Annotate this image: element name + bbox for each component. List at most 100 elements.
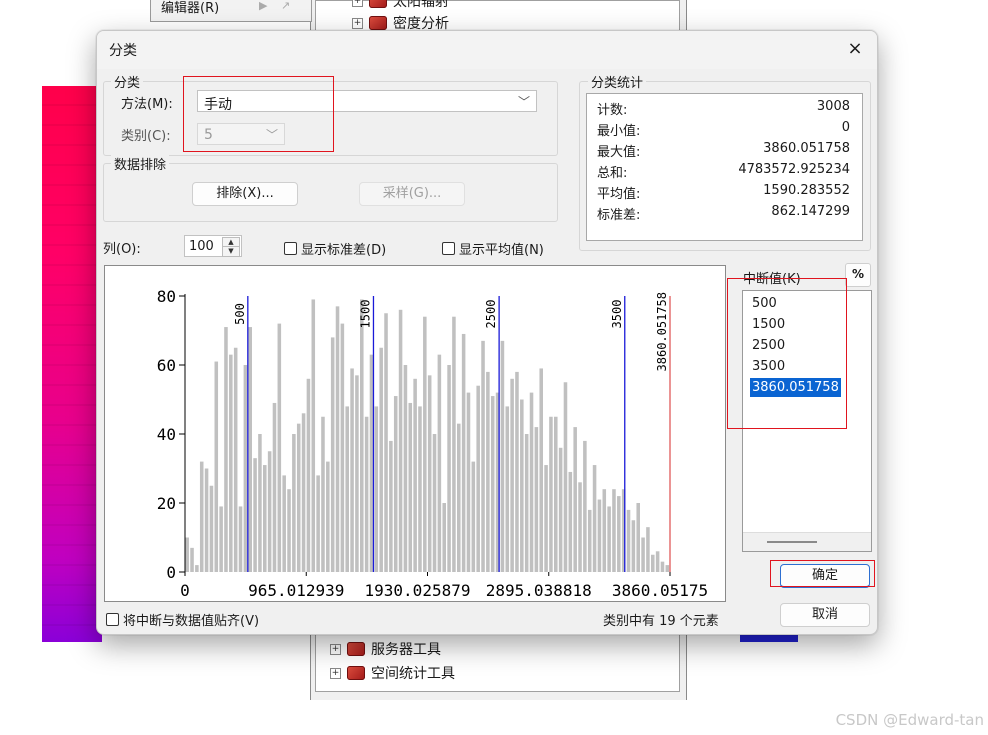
histogram-bar	[306, 378, 311, 572]
histogram-bar	[219, 506, 223, 572]
checkbox-icon[interactable]	[106, 613, 119, 626]
histogram-bar	[379, 347, 383, 572]
break-line-label: 3860.051758	[655, 292, 669, 371]
edit-tool-icon[interactable]: ▶	[259, 0, 271, 12]
tree-item-spatial-stats[interactable]: + 空间统计工具	[330, 663, 455, 683]
histogram-bar	[243, 365, 248, 572]
histogram-bar	[651, 554, 655, 572]
histogram-bar	[544, 465, 548, 572]
columns-spinner[interactable]: 100 ▲ ▼	[184, 235, 242, 257]
tree-item-label: 太阳辐射	[393, 0, 449, 10]
histogram-bar	[374, 406, 379, 572]
scroll-thumb[interactable]	[767, 541, 817, 543]
histogram-bar	[248, 327, 252, 572]
histogram-bar	[660, 561, 665, 572]
histogram-bar	[602, 489, 607, 572]
map-layer-gradient	[42, 86, 102, 642]
histogram-bar	[515, 371, 519, 572]
expand-icon[interactable]: +	[352, 17, 363, 29]
histogram-bar	[253, 458, 257, 572]
histogram-bar	[432, 434, 437, 572]
histogram-bar	[646, 527, 650, 572]
histogram-bar	[490, 396, 495, 572]
histogram-svg[interactable]: 0 20 40 60 80 0 965.012939 1930.025879 2895.0388…	[105, 266, 725, 601]
checkbox-icon[interactable]	[284, 242, 297, 255]
dialog-title: 分类	[109, 43, 137, 59]
histogram-bar	[413, 378, 417, 572]
histogram-bar	[423, 316, 427, 572]
histogram-bar	[185, 537, 189, 572]
histogram-bar	[626, 509, 631, 572]
histogram-bar	[520, 399, 524, 572]
histogram-bar	[360, 299, 364, 572]
x-tick-label: 3860.05175	[612, 581, 708, 600]
highlight-method-box	[183, 76, 334, 152]
histogram-bar	[558, 447, 563, 572]
exclusion-group-label: 数据排除	[111, 154, 170, 173]
histogram-bar	[466, 392, 471, 572]
histogram-bar	[233, 347, 238, 572]
histogram-bar	[350, 368, 354, 572]
histogram-bar	[549, 416, 553, 572]
histogram-bar	[486, 371, 490, 572]
histogram-bar	[287, 489, 291, 572]
x-tick-label: 965.012939	[248, 581, 344, 600]
histogram-bar	[384, 313, 388, 572]
watermark: CSDN @Edward-tan	[835, 711, 984, 729]
histogram-bar	[296, 423, 301, 572]
close-button[interactable]: ×	[845, 39, 865, 59]
snap-checkbox[interactable]: 将中断与数据值贴齐(V)	[106, 610, 259, 629]
tree-item-server-tools[interactable]: + 服务器工具	[330, 639, 441, 659]
spin-down-icon[interactable]: ▼	[222, 246, 240, 257]
classification-dialog: 分类 × 分类 方法(M): 手动 ﹀ 类别(C): 5 ﹀ 数据排除 排除(X…	[96, 30, 878, 635]
exclude-button[interactable]: 排除(X)...	[192, 182, 298, 206]
histogram-bar	[263, 465, 267, 572]
tree-item-solar[interactable]: + 太阳辐射	[352, 0, 449, 11]
edit-annotation-icon[interactable]: ↗	[281, 0, 293, 12]
break-line-label: 1500	[358, 300, 372, 329]
expand-icon[interactable]: +	[330, 667, 341, 679]
histogram-chart[interactable]: 0 20 40 60 80 0 965.012939 1930.025879 2895.0388…	[104, 265, 726, 602]
show-mean-checkbox[interactable]: 显示平均值(N)	[442, 239, 544, 258]
dialog-titlebar[interactable]: 分类 ×	[97, 31, 877, 69]
histogram-bar	[573, 427, 577, 572]
histogram-bar	[224, 327, 228, 572]
histogram-bar	[267, 451, 272, 572]
histogram-bar	[447, 365, 451, 572]
checkbox-icon[interactable]	[442, 242, 455, 255]
editor-toolbar: 编辑器(R) ▶ ↗	[150, 0, 312, 22]
histogram-bar	[282, 475, 286, 572]
histogram-bar	[457, 423, 461, 572]
expand-icon[interactable]: +	[330, 643, 341, 655]
histogram-bar	[369, 354, 374, 572]
histogram-bar	[345, 406, 349, 572]
stat-mean: 平均值: 1590.283552	[597, 183, 850, 202]
status-text: 类别中有 19 个元素	[603, 614, 719, 629]
histogram-bar	[389, 440, 393, 572]
stat-min: 最小值: 0	[597, 120, 850, 139]
y-tick-label: 80	[157, 287, 176, 306]
break-line-label: 3500	[610, 300, 624, 329]
chevron-down-icon: ﹀	[517, 95, 530, 109]
histogram-bar	[398, 309, 403, 572]
histogram-bar	[607, 506, 611, 572]
break-line-label: 2500	[484, 300, 498, 329]
editor-menu[interactable]: 编辑器(R)	[161, 0, 219, 16]
histogram-bar	[505, 406, 510, 572]
tree-item-label: 空间统计工具	[371, 666, 455, 682]
histogram-bar	[587, 509, 592, 572]
horizontal-scrollbar[interactable]	[743, 532, 871, 551]
histogram-bar	[258, 434, 262, 572]
histogram-bar	[272, 402, 277, 572]
percent-button[interactable]: %	[845, 263, 871, 287]
histogram-bar	[481, 340, 485, 572]
cancel-button[interactable]: 取消	[780, 603, 870, 627]
histogram-bar	[631, 520, 636, 572]
stat-sum: 总和: 4783572.925234	[597, 162, 850, 181]
histogram-bar	[355, 375, 359, 572]
expand-icon[interactable]: +	[352, 0, 363, 7]
histogram-bar	[214, 361, 219, 572]
sampling-button[interactable]: 采样(G)...	[359, 182, 465, 206]
histogram-bar	[437, 354, 442, 572]
show-std-checkbox[interactable]: 显示标准差(D)	[284, 239, 386, 258]
